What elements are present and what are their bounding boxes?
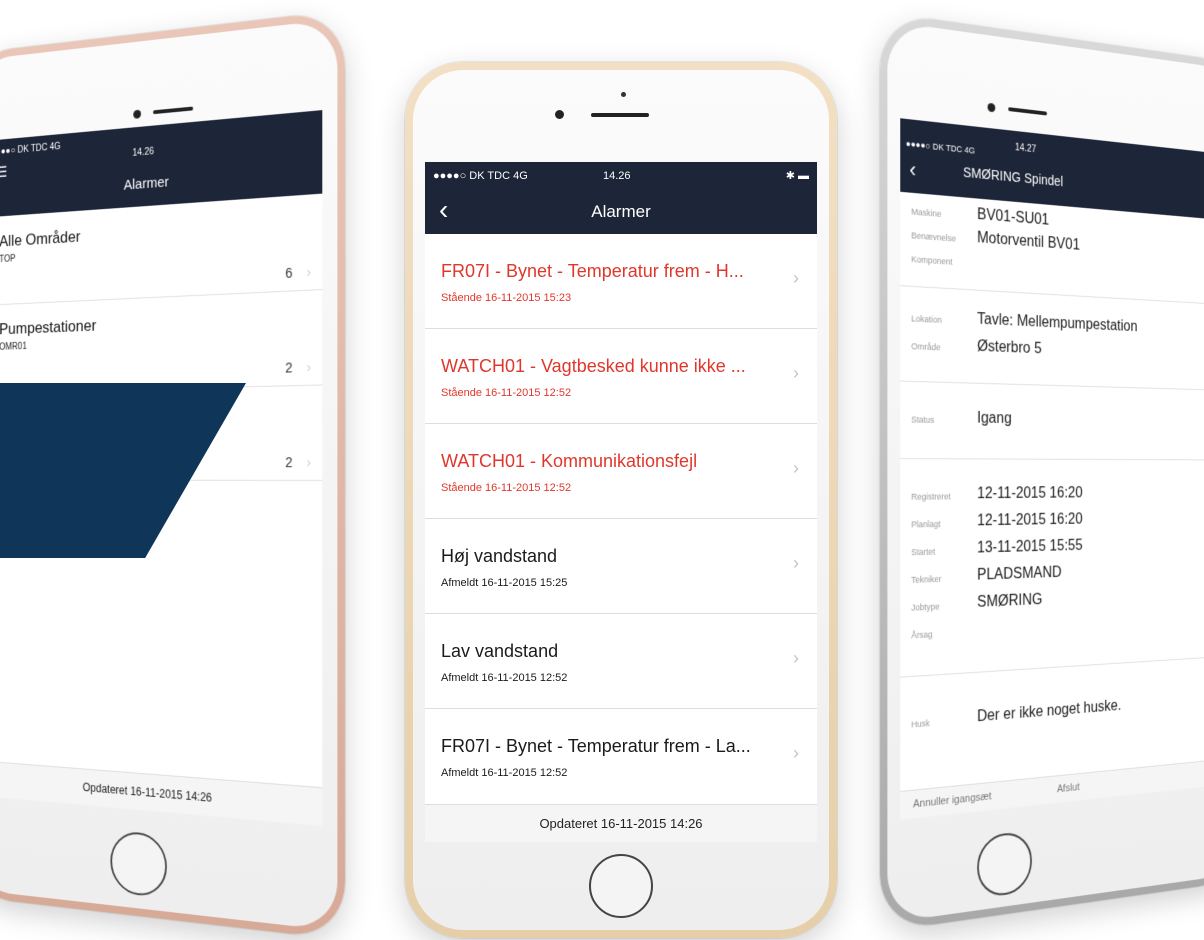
alarm-status: Afmeldt 16-11-2015 12:52 bbox=[441, 672, 568, 684]
cancel-start-button[interactable]: Annuller igangsæt bbox=[913, 791, 992, 811]
center-phone: ●●●●○ DK TDC 4G 14.26 ✱ ▬ ‹ Alarmer FR07… bbox=[405, 62, 837, 938]
hamburger-icon[interactable]: ☰ bbox=[0, 163, 7, 182]
battery-icon: ✱ ▬ bbox=[785, 170, 809, 182]
field-value: 13-11-2015 15:55 bbox=[977, 537, 1083, 557]
detail-row: Registreret 12-11-2015 16:20 bbox=[900, 484, 1204, 509]
list-item[interactable]: Pumpestationer OMR01 2 › bbox=[0, 289, 323, 394]
right-screen: ●●●●○ DK TDC 4G 14.27 ‹ SMØRING Spindel … bbox=[900, 118, 1204, 820]
count-badge: 2 bbox=[285, 454, 293, 471]
finish-button[interactable]: Afslut bbox=[1057, 782, 1080, 796]
right-phone: ●●●●○ DK TDC 4G 14.27 ‹ SMØRING Spindel … bbox=[880, 12, 1204, 932]
alarm-row[interactable]: WATCH01 - Vagtbesked kunne ikke ... Ståe… bbox=[425, 329, 817, 424]
front-camera bbox=[987, 102, 996, 113]
detail-row: Planlagt 12-11-2015 16:20 bbox=[900, 509, 1204, 537]
carrier-label: ●●●●○ DK TDC 4G bbox=[433, 170, 528, 182]
proximity-sensor bbox=[621, 92, 626, 97]
alarm-status: Stående 16-11-2015 12:52 bbox=[441, 387, 572, 399]
carrier-label: ●●●●○ DK TDC 4G bbox=[0, 141, 61, 158]
field-label: Komponent bbox=[911, 254, 953, 267]
count-badge: 2 bbox=[285, 359, 293, 376]
alarm-row[interactable]: WATCH01 - Kommunikationsfejl Stående 16-… bbox=[425, 424, 817, 519]
earpiece-speaker bbox=[591, 113, 649, 117]
list-item-title: Pumpestationer bbox=[0, 316, 97, 338]
alarm-title: FR07I - Bynet - Temperatur frem - La... bbox=[441, 736, 751, 756]
field-label: Registreret bbox=[911, 491, 951, 502]
field-label: Årsag bbox=[911, 629, 933, 641]
detail-row: Status Igang bbox=[900, 408, 1204, 436]
alarm-status: Afmeldt 16-11-2015 15:25 bbox=[441, 577, 568, 589]
field-label: Status bbox=[911, 414, 935, 425]
chevron-right-icon: › bbox=[793, 553, 799, 573]
alarm-title: WATCH01 - Vagtbesked kunne ikke ... bbox=[441, 356, 746, 376]
chevron-right-icon: › bbox=[793, 363, 799, 383]
alarm-row[interactable]: Lav vandstand Afmeldt 16-11-2015 12:52 › bbox=[425, 614, 817, 709]
status-group: Status Igang bbox=[900, 380, 1204, 461]
alarm-title: WATCH01 - Kommunikationsfejl bbox=[441, 451, 698, 471]
alarm-row[interactable]: FR07I - Bynet - Temperatur frem - H... S… bbox=[425, 234, 817, 329]
alarm-status: Afmeldt 16-11-2015 12:52 bbox=[441, 767, 568, 779]
field-label: Planlagt bbox=[911, 519, 941, 530]
field-label: Område bbox=[911, 341, 941, 353]
list-item-title: Alle Områder bbox=[0, 227, 81, 251]
chevron-right-icon: › bbox=[793, 458, 799, 478]
field-value: BV01-SU01 bbox=[977, 206, 1050, 229]
alarm-status: Stående 16-11-2015 15:23 bbox=[441, 292, 572, 304]
field-value: Der er ikke noget huske. bbox=[977, 697, 1122, 726]
detail-row: Husk Der er ikke noget huske. bbox=[900, 690, 1204, 739]
page-title: Alarmer bbox=[591, 202, 651, 221]
chevron-right-icon: › bbox=[793, 648, 799, 668]
alarm-title: FR07I - Bynet - Temperatur frem - H... bbox=[441, 261, 744, 281]
chevron-right-icon: › bbox=[306, 454, 312, 471]
count-badge: 6 bbox=[285, 264, 293, 281]
updated-footer: Opdateret 16-11-2015 14:26 bbox=[425, 804, 817, 842]
carrier-label: ●●●●○ DK TDC 4G bbox=[905, 138, 975, 156]
location-group: Lokation Tavle: Mellempumpestation Områd… bbox=[900, 285, 1204, 391]
list-item-subtitle: OMR01 bbox=[0, 341, 27, 353]
field-value: 12-11-2015 16:20 bbox=[977, 485, 1083, 503]
chevron-right-icon: › bbox=[793, 268, 799, 288]
chevron-right-icon: › bbox=[306, 358, 312, 375]
alarm-row[interactable]: FR07I - Bynet - Temperatur frem - La... … bbox=[425, 709, 817, 803]
alarm-title: Høj vandstand bbox=[441, 546, 558, 566]
list-item-subtitle: TOP bbox=[0, 253, 16, 265]
center-screen: ●●●●○ DK TDC 4G 14.26 ✱ ▬ ‹ Alarmer FR07… bbox=[425, 162, 817, 842]
navigation-bar: ●●●●○ DK TDC 4G 14.26 ✱ ▬ ‹ Alarmer bbox=[425, 162, 817, 234]
chevron-left-icon[interactable]: ‹ bbox=[909, 157, 916, 183]
field-value: Østerbro 5 bbox=[977, 338, 1042, 358]
status-time: 14.27 bbox=[1015, 142, 1037, 156]
field-label: Husk bbox=[911, 718, 930, 730]
field-label: Startet bbox=[911, 546, 936, 558]
field-label: Tekniker bbox=[911, 574, 942, 585]
field-label: Maskine bbox=[911, 206, 942, 219]
status-badge: Igang bbox=[977, 409, 1012, 427]
field-value: Tavle: Mellempumpestation bbox=[977, 311, 1138, 335]
front-camera bbox=[555, 110, 564, 119]
alarm-title: Lav vandstand bbox=[441, 641, 559, 661]
field-label: Jobtype bbox=[911, 601, 940, 613]
field-label: Benævnelse bbox=[911, 230, 957, 244]
field-value: SMØRING bbox=[977, 591, 1043, 611]
status-time: 14.26 bbox=[603, 170, 631, 182]
field-value: PLADSMAND bbox=[977, 564, 1062, 584]
alarm-row[interactable]: Høj vandstand Afmeldt 16-11-2015 15:25 › bbox=[425, 519, 817, 614]
home-button[interactable] bbox=[589, 854, 653, 918]
field-label: Lokation bbox=[911, 313, 942, 325]
schedule-group: Registreret 12-11-2015 16:20 Planlagt 12… bbox=[900, 458, 1204, 678]
chevron-right-icon: › bbox=[793, 743, 799, 763]
page-title: SMØRING Spindel bbox=[963, 164, 1064, 190]
alarm-list: FR07I - Bynet - Temperatur frem - H... S… bbox=[425, 234, 817, 803]
status-time: 14.26 bbox=[132, 146, 154, 159]
field-value: 12-11-2015 16:20 bbox=[977, 511, 1083, 530]
alarm-status: Stående 16-11-2015 12:52 bbox=[441, 482, 572, 494]
chevron-right-icon: › bbox=[306, 263, 312, 280]
